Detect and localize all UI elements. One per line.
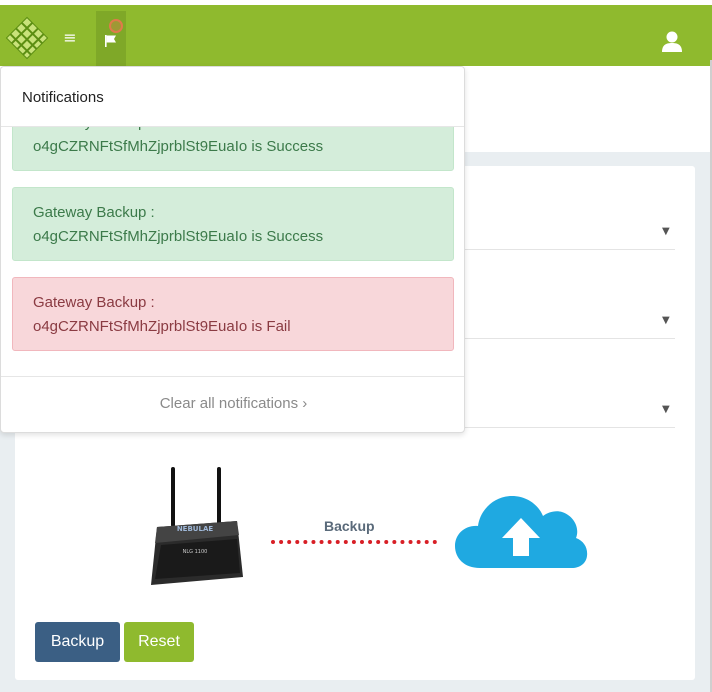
notification-title: Gateway Backup :	[33, 204, 155, 221]
clear-all-notifications-link[interactable]: Clear all notifications ›	[1, 395, 464, 412]
notifications-header: Notifications	[1, 67, 464, 127]
top-navbar: ≡	[0, 5, 712, 69]
notification-title: Gateway Backup :	[33, 294, 155, 311]
notification-item[interactable]: Gateway Backup : o4gCZRNFtSfMhZjprblSt9E…	[12, 187, 454, 261]
router-model: NLG 1100	[183, 549, 208, 555]
hamburger-icon[interactable]: ≡	[58, 26, 82, 50]
notification-message: o4gCZRNFtSfMhZjprblSt9EuaIo is Fail	[33, 318, 291, 335]
notifications-title: Notifications	[22, 89, 104, 106]
backup-button[interactable]: Backup	[35, 622, 120, 662]
dropdown-caret-icon[interactable]: ▼	[662, 315, 670, 326]
flag-icon	[105, 35, 116, 47]
dropdown-caret-icon[interactable]: ▼	[662, 226, 670, 237]
router-brand: NEBULAE	[177, 525, 214, 533]
notification-badge-icon	[109, 19, 123, 33]
notifications-button[interactable]	[96, 11, 126, 69]
dotted-connector	[271, 540, 437, 544]
notification-message: o4gCZRNFtSfMhZjprblSt9EuaIo is Success	[33, 228, 324, 245]
select-underline-2	[465, 338, 675, 339]
notifications-footer: Clear all notifications ›	[1, 376, 464, 432]
reset-button[interactable]: Reset	[124, 622, 194, 662]
router-image: NEBULAE NLG 1100	[151, 467, 243, 585]
user-icon[interactable]	[660, 30, 684, 54]
notification-item[interactable]: Gateway Backup : o4gCZRNFtSfMhZjprblSt9E…	[12, 277, 454, 351]
logo-icon[interactable]	[4, 15, 50, 61]
dropdown-caret-icon[interactable]: ▼	[662, 404, 670, 415]
notifications-dropdown: Gateway Backup : o4gCZRNFtSfMhZjprblSt9E…	[0, 66, 465, 433]
select-underline-1	[465, 249, 675, 250]
select-underline-3	[465, 427, 675, 428]
notification-message: o4gCZRNFtSfMhZjprblSt9EuaIo is Success	[33, 138, 324, 155]
backup-arrow-label: Backup	[324, 518, 375, 534]
cloud-upload-icon	[455, 496, 588, 568]
